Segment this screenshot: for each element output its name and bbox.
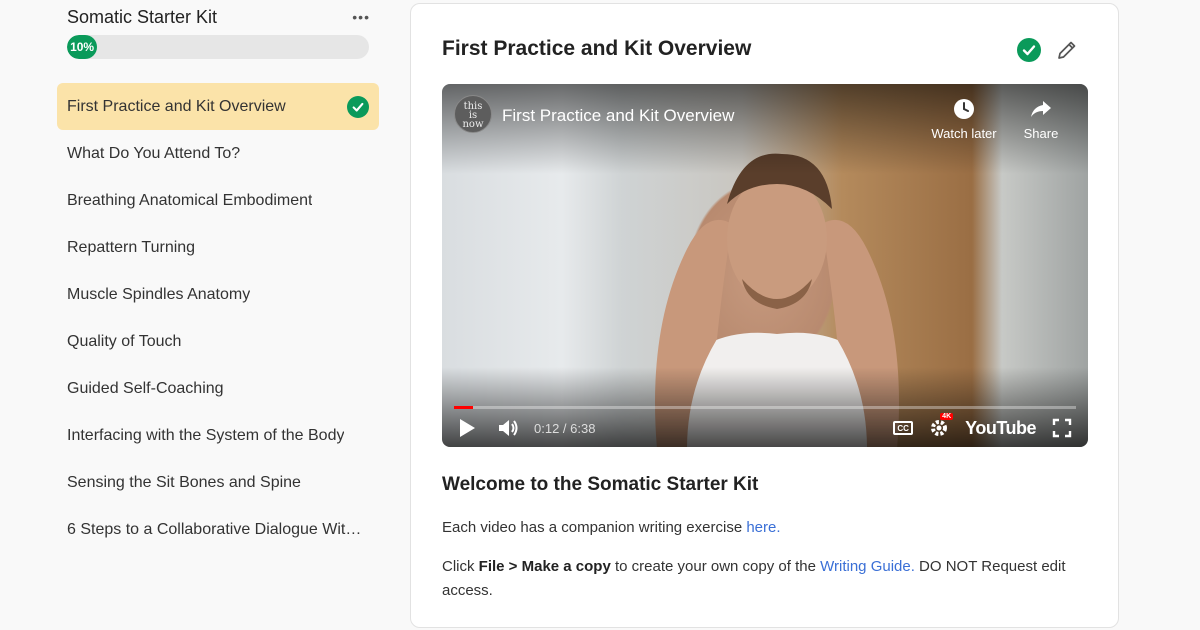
description-paragraph-2: Click File > Make a copy to create your …	[442, 555, 1092, 603]
sidebar-lesson-item[interactable]: Quality of Touch	[57, 318, 379, 365]
share-arrow-icon	[1031, 101, 1051, 117]
video-timeline-played	[454, 406, 473, 409]
writing-guide-link[interactable]: Writing Guide.	[820, 558, 915, 575]
lesson-card: First Practice and Kit Overview this is …	[410, 3, 1119, 628]
sidebar-lesson-label: Quality of Touch	[67, 332, 182, 350]
watch-later-label: Watch later	[931, 126, 997, 141]
share-label: Share	[1023, 126, 1059, 141]
sidebar-lesson-label: First Practice and Kit Overview	[67, 97, 286, 115]
sidebar-lesson-label: What Do You Attend To?	[67, 144, 241, 162]
lesson-list: First Practice and Kit Overview What Do Y…	[57, 83, 379, 553]
course-sidebar: Somatic Starter Kit ••• 10% First Practi…	[0, 0, 400, 630]
youtube-logo[interactable]: YouTube	[965, 418, 1036, 439]
watch-later-button[interactable]: Watch later	[924, 96, 1004, 141]
edit-pencil-icon[interactable]	[1055, 38, 1079, 62]
fullscreen-button[interactable]	[1052, 418, 1072, 438]
video-player[interactable]: this is now First Practice and Kit Overv…	[442, 84, 1088, 447]
video-title[interactable]: First Practice and Kit Overview	[502, 106, 734, 126]
volume-button[interactable]	[498, 418, 520, 438]
paragraph-1-text: Each video has a companion writing exerc…	[442, 519, 747, 536]
course-progress-fill: 10%	[67, 35, 98, 59]
lesson-title: First Practice and Kit Overview	[442, 37, 752, 60]
gear-icon	[931, 420, 948, 436]
captions-button[interactable]: CC	[893, 421, 914, 435]
sidebar-lesson-item[interactable]: Guided Self-Coaching	[57, 365, 379, 412]
complete-check-icon[interactable]	[1017, 38, 1041, 62]
course-progress-bar: 10%	[67, 35, 369, 59]
sidebar-lesson-label: Muscle Spindles Anatomy	[67, 285, 251, 303]
sidebar-lesson-item[interactable]: First Practice and Kit Overview	[57, 83, 379, 130]
exercise-link[interactable]: here.	[746, 519, 780, 536]
sidebar-lesson-label: Breathing Anatomical Embodiment	[67, 191, 313, 209]
sidebar-lesson-label: Sensing the Sit Bones and Spine	[67, 473, 301, 491]
sidebar-lesson-label: Interfacing with the System of the Body	[67, 426, 345, 444]
course-title: Somatic Starter Kit	[67, 6, 218, 27]
sidebar-lesson-label: Guided Self-Coaching	[67, 379, 224, 397]
clock-icon	[954, 99, 974, 119]
video-timeline[interactable]	[454, 406, 1076, 409]
channel-logo-line-3: now	[462, 119, 484, 130]
paragraph-2-bold: File > Make a copy	[478, 558, 611, 575]
sidebar-lesson-item[interactable]: 6 Steps to a Collaborative Dialogue With…	[57, 506, 379, 553]
volume-icon	[499, 420, 518, 436]
sidebar-lesson-item[interactable]: Interfacing with the System of the Body	[57, 412, 379, 459]
paragraph-2-prefix: Click	[442, 558, 479, 575]
play-button[interactable]	[458, 418, 476, 438]
video-controls: 0:12 / 6:38 CC 4K YouTube	[442, 413, 1088, 440]
sidebar-lesson-label: Repattern Turning	[67, 238, 196, 256]
settings-button[interactable]: 4K	[929, 413, 954, 438]
sidebar-lesson-item[interactable]: Muscle Spindles Anatomy	[57, 271, 379, 318]
sidebar-header: Somatic Starter Kit •••	[67, 6, 370, 28]
video-time: 0:12 / 6:38	[534, 420, 596, 436]
sidebar-lesson-item[interactable]: Breathing Anatomical Embodiment	[57, 177, 379, 224]
paragraph-2-middle: to create your own copy of the	[610, 558, 821, 575]
lesson-complete-check-icon	[347, 95, 369, 118]
channel-logo[interactable]: this is now	[454, 95, 492, 133]
sidebar-lesson-label: 6 Steps to a Collaborative Dialogue With…	[67, 520, 369, 538]
sidebar-lesson-item[interactable]: Sensing the Sit Bones and Spine	[57, 459, 379, 506]
play-icon	[460, 419, 475, 437]
share-button[interactable]: Share	[1001, 96, 1081, 141]
fullscreen-icon	[1052, 418, 1072, 438]
quality-badge: 4K	[940, 413, 954, 420]
sidebar-lesson-item[interactable]: Repattern Turning	[57, 224, 379, 271]
more-options-icon[interactable]: •••	[352, 9, 370, 25]
sidebar-lesson-item[interactable]: What Do You Attend To?	[57, 130, 379, 177]
description-paragraph-1: Each video has a companion writing exerc…	[442, 516, 1092, 540]
course-progress-label: 10%	[70, 40, 95, 54]
description-heading: Welcome to the Somatic Starter Kit	[442, 474, 759, 495]
